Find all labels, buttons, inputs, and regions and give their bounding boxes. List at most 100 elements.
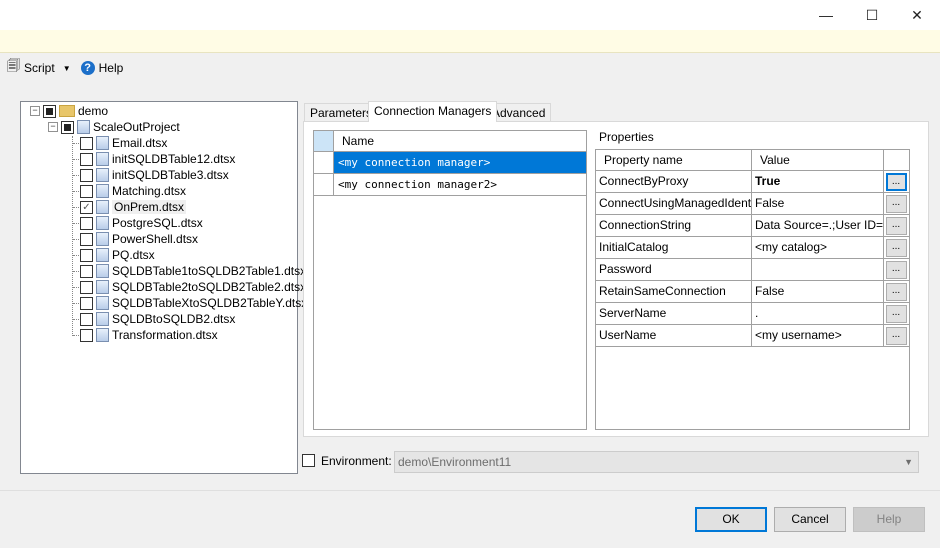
help-toolbar-button[interactable]: ? Help: [78, 59, 127, 77]
package-icon: [96, 312, 109, 326]
property-row[interactable]: InitialCatalog <my catalog>...: [596, 237, 909, 259]
script-label: Script: [24, 61, 55, 75]
tree-node-package[interactable]: Email.dtsx: [80, 135, 167, 151]
environment-checkbox[interactable]: [302, 454, 315, 467]
package-icon: [96, 200, 109, 214]
property-value[interactable]: Data Source=.;User ID=...: [752, 215, 884, 236]
help-button[interactable]: Help: [853, 507, 925, 532]
tree-node-label: Email.dtsx: [112, 136, 168, 150]
connection-manager-row[interactable]: <my connection manager2>: [314, 174, 586, 196]
tree-checkbox[interactable]: [80, 136, 93, 150]
tree-checkbox[interactable]: [80, 184, 93, 198]
tree-node-package[interactable]: PostgreSQL.dtsx: [80, 215, 203, 231]
tree-node-project[interactable]: − ScaleOutProject: [48, 119, 180, 135]
property-row[interactable]: Password...: [596, 259, 909, 281]
name-column-header[interactable]: Name: [334, 131, 374, 151]
package-icon: [96, 264, 109, 278]
cancel-button[interactable]: Cancel: [774, 507, 846, 532]
property-value[interactable]: <my catalog>: [752, 237, 884, 258]
tree-checkbox[interactable]: [80, 312, 93, 326]
property-row[interactable]: ConnectionString Data Source=.;User ID=..…: [596, 215, 909, 237]
property-row[interactable]: UserName <my username>...: [596, 325, 909, 347]
collapse-icon[interactable]: −: [48, 122, 58, 132]
script-button[interactable]: 🗐 Script ▼: [4, 55, 74, 81]
ellipsis-button[interactable]: ...: [885, 238, 907, 257]
tree-node-label: demo: [78, 104, 109, 118]
ellipsis-button[interactable]: ...: [885, 172, 907, 191]
tree-checkbox[interactable]: [80, 216, 93, 230]
environment-value: demo\Environment11: [398, 455, 512, 469]
property-value[interactable]: False: [752, 193, 884, 214]
tree-checkbox[interactable]: [80, 296, 93, 310]
package-icon: [96, 280, 109, 294]
help-icon: ?: [80, 61, 95, 75]
property-name: ServerName: [596, 303, 752, 324]
collapse-icon[interactable]: −: [30, 106, 40, 116]
tree-node-package[interactable]: SQLDBTableXtoSQLDB2TableY.dtsx: [80, 295, 307, 311]
property-value[interactable]: True: [752, 171, 884, 192]
tab-parameters[interactable]: Parameters: [304, 103, 379, 121]
tree-checkbox[interactable]: [80, 264, 93, 278]
property-value[interactable]: [752, 259, 884, 280]
tree-node-label: initSQLDBTable12.dtsx: [112, 152, 236, 166]
maximize-button[interactable]: ☐: [849, 0, 895, 30]
tree-node-package[interactable]: Transformation.dtsx: [80, 327, 218, 343]
tree-node-label: SQLDBTableXtoSQLDB2TableY.dtsx: [112, 296, 308, 310]
tree-node-label: PowerShell.dtsx: [112, 232, 199, 246]
tree-checkbox[interactable]: ✓: [80, 200, 93, 214]
property-row[interactable]: ConnectByProxy True...: [596, 171, 909, 193]
tree-checkbox[interactable]: [80, 328, 93, 342]
environment-label: Environment:: [321, 454, 392, 468]
property-row[interactable]: ConnectUsingManagedIdentity False...: [596, 193, 909, 215]
connection-manager-grid: Name <my connection manager> <my connect…: [313, 130, 587, 430]
tree-checkbox[interactable]: [80, 168, 93, 182]
close-button[interactable]: ✕: [894, 0, 940, 30]
tree-node-label: SQLDBtoSQLDB2.dtsx: [112, 312, 236, 326]
package-icon: [96, 232, 109, 246]
tree-node-package[interactable]: SQLDBtoSQLDB2.dtsx: [80, 311, 235, 327]
ellipsis-button[interactable]: ...: [885, 216, 907, 235]
ellipsis-button[interactable]: ...: [885, 304, 907, 323]
package-tree[interactable]: − demo − ScaleOutProject Email.dtsx initSQLDB…: [20, 101, 307, 474]
tree-checkbox[interactable]: [80, 248, 93, 262]
tree-node-label: Matching.dtsx: [112, 184, 187, 198]
property-value[interactable]: .: [752, 303, 884, 324]
property-row[interactable]: ServerName....: [596, 303, 909, 325]
tree-checkbox[interactable]: [80, 152, 93, 166]
tree-node-package[interactable]: SQLDBTable1toSQLDB2Table1.dtsx: [80, 263, 306, 279]
dropdown-arrow-icon[interactable]: ▼: [63, 64, 71, 73]
tree-node-package[interactable]: Matching.dtsx: [80, 183, 186, 199]
property-value[interactable]: <my username>: [752, 325, 884, 346]
tab-connection-managers[interactable]: Connection Managers: [368, 101, 498, 122]
ellipsis-button[interactable]: ...: [885, 260, 907, 279]
ellipsis-button[interactable]: ...: [885, 282, 907, 301]
property-name: ConnectByProxy: [596, 171, 752, 192]
properties-header: Property name Value: [596, 150, 909, 171]
property-value[interactable]: False: [752, 281, 884, 302]
tree-node-package[interactable]: PQ.dtsx: [80, 247, 155, 263]
tree-node-label: PQ.dtsx: [112, 248, 155, 262]
ok-button[interactable]: OK: [695, 507, 767, 532]
tree-node-package[interactable]: PowerShell.dtsx: [80, 231, 198, 247]
connection-manager-row[interactable]: <my connection manager>: [314, 152, 586, 174]
properties-grid: Property name Value ConnectByProxy True..…: [595, 149, 910, 430]
tree-node-package[interactable]: SQLDBTable2toSQLDB2Table2.dtsx: [80, 279, 306, 295]
tree-checkbox[interactable]: [61, 120, 74, 134]
tree-node-root[interactable]: − demo: [30, 103, 108, 119]
tree-node-package[interactable]: ✓ OnPrem.dtsx: [80, 199, 187, 215]
tree-node-package[interactable]: initSQLDBTable3.dtsx: [80, 167, 229, 183]
environment-select[interactable]: demo\Environment11 ▼: [394, 451, 919, 473]
property-row[interactable]: RetainSameConnection False...: [596, 281, 909, 303]
tree-checkbox[interactable]: [80, 232, 93, 246]
tree-node-label: Transformation.dtsx: [112, 328, 218, 342]
minimize-button[interactable]: —: [803, 0, 849, 30]
tree-checkbox[interactable]: [43, 104, 56, 118]
package-icon: [96, 168, 109, 182]
tree-checkbox[interactable]: [80, 280, 93, 294]
tree-node-label: SQLDBTable1toSQLDB2Table1.dtsx: [112, 264, 307, 278]
tree-node-label: SQLDBTable2toSQLDB2Table2.dtsx: [112, 280, 307, 294]
package-icon: [96, 184, 109, 198]
tree-node-package[interactable]: initSQLDBTable12.dtsx: [80, 151, 235, 167]
ellipsis-button[interactable]: ...: [885, 194, 907, 213]
ellipsis-button[interactable]: ...: [885, 326, 907, 345]
